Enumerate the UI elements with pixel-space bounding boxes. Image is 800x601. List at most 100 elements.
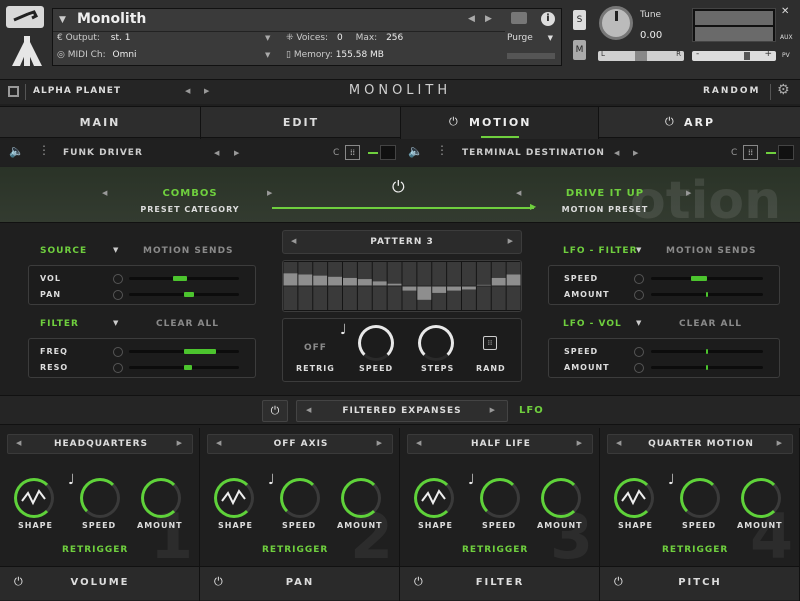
slot-right-next[interactable]: ▶ xyxy=(633,149,638,157)
slot-left-mini-slider[interactable] xyxy=(368,152,378,154)
lfo-retrigger-button[interactable]: RETRIGGER xyxy=(462,545,528,555)
mute-button[interactable]: M xyxy=(573,40,586,60)
lfo-retrigger-button[interactable]: RETRIGGER xyxy=(262,545,328,555)
sequencer-step[interactable] xyxy=(417,286,432,300)
lfo-shape-dial[interactable] xyxy=(614,478,654,518)
next-instrument-arrow[interactable]: ▶ xyxy=(485,14,492,24)
steps-dial[interactable] xyxy=(418,325,454,361)
preset-next-arrow[interactable]: ▶ xyxy=(204,87,209,95)
solo-button[interactable]: S xyxy=(573,10,586,30)
reso-mod-knob[interactable] xyxy=(113,363,123,373)
lfo-filter-amount-knob[interactable] xyxy=(634,290,644,300)
bottom-tab[interactable]: ⏻ FILTER xyxy=(400,567,600,601)
wrench-button[interactable] xyxy=(6,6,44,28)
tune-value[interactable]: 0.00 xyxy=(640,30,662,41)
lfo-retrigger-button[interactable]: RETRIGGER xyxy=(62,545,128,555)
sequencer-step[interactable] xyxy=(357,279,372,286)
lfo-amount-dial[interactable] xyxy=(541,478,581,518)
slot-menu-icon-2[interactable]: ⋮ xyxy=(436,143,448,157)
lfo-filter-amount-slider[interactable] xyxy=(651,292,763,297)
bottom-tab[interactable]: ⏻ PITCH xyxy=(600,567,800,601)
instrument-name[interactable]: Monolith xyxy=(77,11,146,27)
sequencer-step[interactable] xyxy=(491,277,506,286)
source-dropdown-icon[interactable]: ▼ xyxy=(113,246,118,254)
slot-right-name[interactable]: TERMINAL DESTINATION xyxy=(462,148,605,158)
camera-icon[interactable] xyxy=(511,12,527,24)
info-icon[interactable]: i xyxy=(541,12,555,26)
lfo-name-selector[interactable]: ◀ HALF LIFE ▶ xyxy=(407,434,593,454)
vol-mod-knob[interactable] xyxy=(113,274,123,284)
midi-field[interactable]: ◎ MIDI Ch: Omni xyxy=(57,50,137,60)
close-icon[interactable]: ✕ xyxy=(781,6,789,17)
slot-left-prev[interactable]: ◀ xyxy=(214,149,219,157)
source-label[interactable]: SOURCE xyxy=(40,246,87,256)
freq-mod-knob[interactable] xyxy=(113,347,123,357)
lfo-retrigger-button[interactable]: RETRIGGER xyxy=(662,545,728,555)
bottom-tab[interactable]: ⏻ PAN xyxy=(200,567,400,601)
category-prev[interactable]: ◀ xyxy=(102,189,107,197)
pv-button[interactable]: PV xyxy=(782,52,790,59)
pattern-selector[interactable]: ◀ PATTERN 3 ▶ xyxy=(282,230,522,254)
preset-name[interactable]: ALPHA PLANET xyxy=(33,86,121,96)
sequencer-step[interactable] xyxy=(447,286,461,291)
sequencer-step[interactable] xyxy=(432,286,447,293)
lfo-vol-speed-knob[interactable] xyxy=(634,347,644,357)
slot-right-prev[interactable]: ◀ xyxy=(614,149,619,157)
lfo-vol-amount-knob[interactable] xyxy=(634,363,644,373)
tune-knob[interactable] xyxy=(599,6,633,40)
speed-dial[interactable] xyxy=(358,325,394,361)
step-sequencer[interactable] xyxy=(282,260,522,312)
clear-all-right-button[interactable]: CLEAR ALL xyxy=(679,319,742,329)
lfo-filter-speed-slider[interactable] xyxy=(651,276,763,281)
tab-motion[interactable]: ⏻ MOTION xyxy=(401,107,598,139)
lfo-filter-label[interactable]: LFO - FILTER xyxy=(563,246,638,256)
pan-send-slider[interactable] xyxy=(129,292,239,297)
motion-preset-next[interactable]: ▶ xyxy=(686,189,691,197)
sequencer-step[interactable] xyxy=(283,273,298,286)
category-value[interactable]: COMBOS xyxy=(140,188,240,199)
pan-slider[interactable]: L R xyxy=(598,50,684,61)
slot-left-c[interactable]: C xyxy=(333,148,339,158)
rand-dice-icon[interactable]: ⁞⁞ xyxy=(483,336,497,350)
slot-menu-icon[interactable]: ⋮ xyxy=(38,143,50,157)
speaker-icon[interactable]: 🔈 xyxy=(9,144,24,158)
sequencer-step[interactable] xyxy=(402,286,417,291)
retrig-off-value[interactable]: OFF xyxy=(304,343,327,353)
lfo-amount-dial[interactable] xyxy=(141,478,181,518)
filter-dropdown-icon[interactable]: ▼ xyxy=(113,319,118,327)
sequencer-step[interactable] xyxy=(506,274,521,287)
lfo-shape-dial[interactable] xyxy=(214,478,254,518)
lfo-preset-next[interactable]: ▶ xyxy=(490,406,495,414)
sequencer-step[interactable] xyxy=(298,274,313,287)
lfo-speed-dial[interactable] xyxy=(280,478,320,518)
lfo-speed-dial[interactable] xyxy=(480,478,520,518)
lfo-next-arrow[interactable]: ▶ xyxy=(177,439,182,447)
lfo-name-selector[interactable]: ◀ OFF AXIS ▶ xyxy=(207,434,393,454)
save-icon[interactable] xyxy=(8,86,19,97)
lfo-filter-dropdown-icon[interactable]: ▼ xyxy=(636,246,641,254)
motion-preset-prev[interactable]: ◀ xyxy=(516,189,521,197)
lfo-power-button[interactable]: ⏻ xyxy=(262,400,288,422)
random-button[interactable]: RANDOM xyxy=(703,86,761,96)
filter-label[interactable]: FILTER xyxy=(40,319,79,329)
lfo-vol-amount-slider[interactable] xyxy=(651,365,763,370)
master-power-icon[interactable]: ⏻ xyxy=(392,177,405,197)
sequencer-step[interactable] xyxy=(313,275,328,286)
instrument-menu-icon[interactable]: ▼ xyxy=(59,15,66,25)
sequencer-step[interactable] xyxy=(328,276,342,286)
lfo-amount-dial[interactable] xyxy=(741,478,781,518)
sequencer-step[interactable] xyxy=(462,286,476,290)
lfo-name-selector[interactable]: ◀ QUARTER MOTION ▶ xyxy=(607,434,793,454)
lfo-preset-selector[interactable]: ◀ FILTERED EXPANSES ▶ xyxy=(296,400,508,422)
slot-right-mini-slider[interactable] xyxy=(766,152,776,154)
sequencer-step[interactable] xyxy=(372,281,387,286)
reso-send-slider[interactable] xyxy=(129,365,239,370)
pan-handle[interactable] xyxy=(635,51,647,61)
aux-button[interactable]: AUX xyxy=(780,34,793,41)
lfo-filter-speed-knob[interactable] xyxy=(634,274,644,284)
tab-arp[interactable]: ⏻ ARP xyxy=(599,107,800,139)
pattern-next[interactable]: ▶ xyxy=(508,237,513,245)
volume-slider[interactable]: - + xyxy=(692,49,776,61)
lfo-speed-dial[interactable] xyxy=(80,478,120,518)
lfo-vol-speed-slider[interactable] xyxy=(651,349,763,354)
